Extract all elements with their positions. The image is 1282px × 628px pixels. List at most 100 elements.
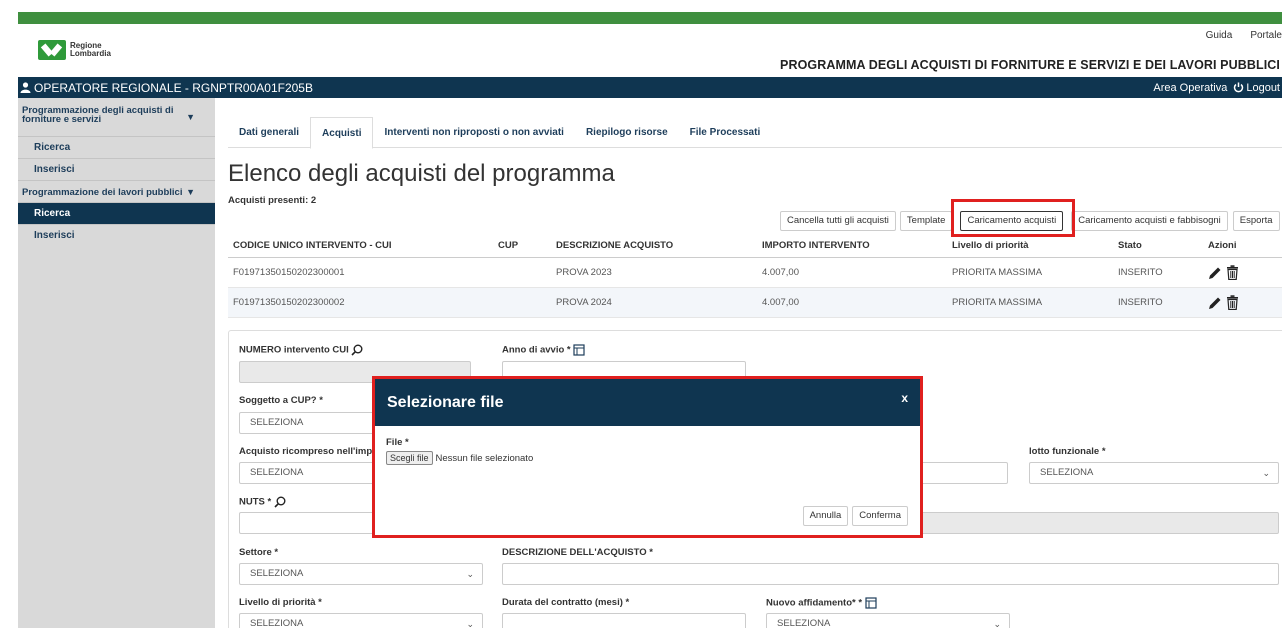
col-cui: CODICE UNICO INTERVENTO - CUI [233, 239, 392, 251]
cancella-tutti-button[interactable]: Cancella tutti gli acquisti [780, 211, 896, 231]
settore-label: Settore * [239, 547, 279, 558]
portale-link[interactable]: Portale [1250, 30, 1282, 41]
cell-importo: 4.007,00 [762, 297, 799, 308]
durata-contratto-label: Durata del contratto (mesi) * [502, 597, 630, 608]
cell-stato: INSERITO [1118, 297, 1163, 308]
info-table-icon[interactable] [865, 597, 877, 609]
livello-priorita-select[interactable]: SELEZIONA ⌄ [239, 613, 483, 628]
brand-line2: Lombardia [70, 49, 111, 58]
triangle-down-icon: ▼ [186, 112, 195, 122]
file-label: File * [386, 437, 409, 448]
sidebar-item-inserisci-acquisti[interactable]: Inserisci [18, 158, 215, 180]
close-icon[interactable]: x [901, 391, 908, 405]
grey-readonly-field [919, 512, 1279, 534]
logout-button[interactable]: Logout [1233, 82, 1280, 94]
tab-dati-generali[interactable]: Dati generali [228, 117, 310, 147]
tab-acquisti[interactable]: Acquisti [310, 117, 374, 149]
user-icon [20, 82, 31, 93]
settore-value: SELEZIONA [250, 568, 304, 579]
modal-title: Selezionare file [387, 393, 504, 411]
nuts-label-text: NUTS * [239, 496, 272, 508]
sidebar-item-inserisci-lavori[interactable]: Inserisci [18, 224, 215, 246]
user-label: OPERATORE REGIONALE - RGNPTR00A01F205B [34, 80, 313, 95]
pencil-edit-icon[interactable] [1208, 266, 1222, 280]
no-file-text: Nessun file selezionato [435, 452, 534, 464]
acquisti-count: Acquisti presenti: 2 [228, 195, 317, 206]
acquisti-table: CODICE UNICO INTERVENTO - CUI CUP DESCRI… [228, 233, 1282, 318]
nuovo-affidamento-value: SELEZIONA [777, 618, 831, 628]
acquisto-ricompreso-value: SELEZIONA [250, 467, 304, 478]
livello-priorita-label: Livello di priorità * [239, 597, 322, 608]
table-header: CODICE UNICO INTERVENTO - CUI CUP DESCRI… [228, 233, 1282, 258]
trash-delete-icon[interactable] [1226, 295, 1239, 310]
lombardia-rose-icon [38, 40, 66, 60]
col-stato: Stato [1118, 239, 1142, 251]
modal-header: Selezionare file x [375, 379, 920, 426]
cell-stato: INSERITO [1118, 267, 1163, 278]
highlight-caricamento-acquisti [951, 199, 1075, 237]
lotto-funzionale-label: lotto funzionale * [1029, 446, 1106, 457]
pencil-edit-icon[interactable] [1208, 296, 1222, 310]
nuovo-affidamento-label-text: Nuovo affidamento* * [766, 597, 863, 609]
trash-delete-icon[interactable] [1226, 265, 1239, 280]
col-cup: CUP [498, 239, 519, 251]
tab-riepilogo-risorse[interactable]: Riepilogo risorse [575, 117, 679, 147]
cell-priorita: PRIORITA MASSIMA [952, 267, 1043, 278]
descrizione-acquisto-label: DESCRIZIONE DELL'ACQUISTO * [502, 547, 653, 558]
chevron-down-icon: ⌄ [466, 569, 474, 579]
acquisto-ricompreso-label: Acquisto ricompreso nell'impo [239, 446, 378, 457]
durata-contratto-input[interactable] [502, 613, 746, 628]
sidebar-section-lavori[interactable]: Programmazione dei lavori pubblici ▼ [18, 180, 215, 202]
col-importo: IMPORTO INTERVENTO [762, 239, 870, 251]
app-title: PROGRAMMA DEGLI ACQUISTI DI FORNITURE E … [780, 58, 1280, 72]
nuovo-affidamento-select[interactable]: SELEZIONA ⌄ [766, 613, 1010, 628]
tab-interventi-non-riproposti[interactable]: Interventi non riproposti o non avviati [373, 117, 574, 147]
anno-avvio-label: Anno di avvio * [502, 344, 585, 356]
template-button[interactable]: Template [899, 211, 953, 231]
area-operativa-link[interactable]: Area Operativa [1153, 82, 1227, 94]
choose-file-button[interactable]: Scegli file [386, 451, 433, 465]
select-file-modal: Selezionare file x File * Scegli file Ne… [375, 379, 920, 535]
regione-lombardia-logo[interactable]: Regione Lombardia [38, 40, 111, 60]
sidebar-item-ricerca-lavori[interactable]: Ricerca [18, 202, 215, 224]
col-descrizione: DESCRIZIONE ACQUISTO [556, 239, 674, 251]
page-title: Elenco degli acquisti del programma [228, 160, 615, 187]
triangle-down-icon: ▼ [186, 187, 195, 197]
descrizione-acquisto-input[interactable] [502, 563, 1279, 585]
anno-avvio-label-text: Anno di avvio * [502, 344, 571, 356]
search-icon[interactable] [274, 496, 286, 508]
chevron-down-icon: ⌄ [993, 619, 1001, 628]
cell-cui: F01971350150202300002 [233, 297, 345, 308]
nuts-label: NUTS * [239, 496, 286, 508]
chevron-down-icon: ⌄ [466, 619, 474, 628]
user-bar: OPERATORE REGIONALE - RGNPTR00A01F205B A… [18, 77, 1282, 98]
table-row: F01971350150202300001 PROVA 2023 4.007,0… [228, 258, 1282, 288]
livello-priorita-value: SELEZIONA [250, 618, 304, 628]
settore-select[interactable]: SELEZIONA ⌄ [239, 563, 483, 585]
search-icon[interactable] [351, 344, 363, 356]
sidebar: Programmazione degli acquisti di fornitu… [18, 98, 215, 628]
soggetto-cup-value: SELEZIONA [250, 417, 304, 428]
cell-descrizione: PROVA 2024 [556, 297, 612, 308]
cell-cui: F01971350150202300001 [233, 267, 345, 278]
conferma-button[interactable]: Conferma [852, 506, 908, 526]
logout-label: Logout [1246, 81, 1280, 94]
esporta-button[interactable]: Esporta [1232, 211, 1280, 231]
caricamento-acquisti-fabbisogni-button[interactable]: Caricamento acquisti e fabbisogni [1071, 211, 1228, 231]
sidebar-item-ricerca-acquisti[interactable]: Ricerca [18, 136, 215, 158]
info-table-icon[interactable] [573, 344, 585, 356]
numero-cui-label-text: NUMERO intervento CUI [239, 344, 349, 356]
chevron-down-icon: ⌄ [1262, 468, 1270, 478]
table-row: F01971350150202300002 PROVA 2024 4.007,0… [228, 288, 1282, 318]
top-green-bar [18, 12, 1282, 24]
lotto-funzionale-value: SELEZIONA [1040, 467, 1094, 478]
lotto-funzionale-select[interactable]: SELEZIONA ⌄ [1029, 462, 1279, 484]
tab-file-processati[interactable]: File Processati [679, 117, 772, 147]
sidebar-section-acquisti[interactable]: Programmazione degli acquisti di fornitu… [18, 98, 215, 136]
nuovo-affidamento-label: Nuovo affidamento* * [766, 597, 877, 609]
guida-link[interactable]: Guida [1206, 30, 1233, 41]
col-priorita: Livello di priorità [952, 239, 1029, 251]
annulla-button[interactable]: Annulla [802, 506, 849, 526]
numero-cui-label: NUMERO intervento CUI [239, 344, 363, 356]
cell-priorita: PRIORITA MASSIMA [952, 297, 1043, 308]
